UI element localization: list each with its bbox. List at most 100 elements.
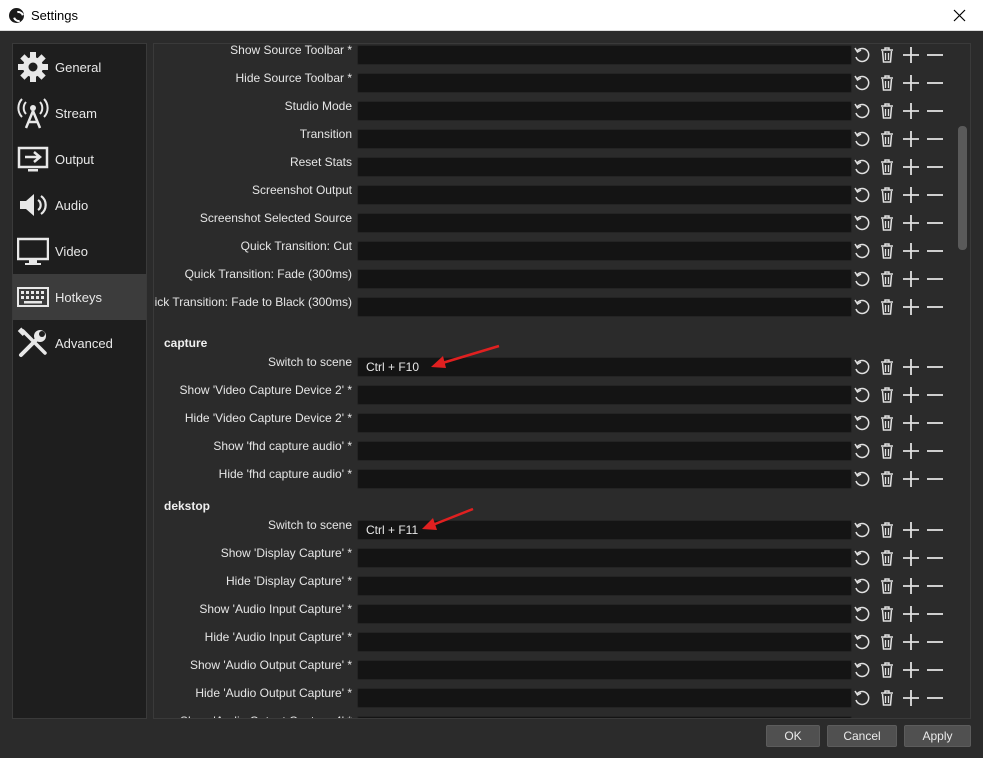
remove-binding-button[interactable]	[925, 45, 945, 65]
ok-button[interactable]: OK	[766, 725, 820, 747]
revert-button[interactable]	[852, 241, 872, 261]
hotkey-input[interactable]	[357, 241, 852, 261]
clear-button[interactable]	[877, 469, 897, 489]
revert-button[interactable]	[852, 632, 872, 652]
revert-button[interactable]	[852, 660, 872, 680]
add-binding-button[interactable]	[901, 269, 921, 289]
revert-button[interactable]	[852, 385, 872, 405]
add-binding-button[interactable]	[901, 716, 921, 718]
revert-button[interactable]	[852, 185, 872, 205]
hotkey-input[interactable]	[357, 632, 852, 652]
clear-button[interactable]	[877, 632, 897, 652]
hotkey-input[interactable]	[357, 269, 852, 289]
scrollbar-thumb[interactable]	[958, 126, 967, 250]
revert-button[interactable]	[852, 413, 872, 433]
clear-button[interactable]	[877, 269, 897, 289]
close-button[interactable]	[937, 0, 983, 31]
add-binding-button[interactable]	[901, 357, 921, 377]
hotkey-input[interactable]	[357, 413, 852, 433]
remove-binding-button[interactable]	[925, 632, 945, 652]
revert-button[interactable]	[852, 469, 872, 489]
remove-binding-button[interactable]	[925, 73, 945, 93]
revert-button[interactable]	[852, 357, 872, 377]
add-binding-button[interactable]	[901, 45, 921, 65]
clear-button[interactable]	[877, 357, 897, 377]
add-binding-button[interactable]	[901, 441, 921, 461]
apply-button[interactable]: Apply	[904, 725, 971, 747]
clear-button[interactable]	[877, 101, 897, 121]
hotkey-input[interactable]	[357, 101, 852, 121]
revert-button[interactable]	[852, 548, 872, 568]
add-binding-button[interactable]	[901, 413, 921, 433]
revert-button[interactable]	[852, 45, 872, 65]
hotkey-input[interactable]	[357, 688, 852, 708]
remove-binding-button[interactable]	[925, 357, 945, 377]
hotkey-input[interactable]	[357, 548, 852, 568]
remove-binding-button[interactable]	[925, 548, 945, 568]
sidebar-item-output[interactable]: Output	[13, 136, 146, 182]
revert-button[interactable]	[852, 269, 872, 289]
clear-button[interactable]	[877, 297, 897, 317]
add-binding-button[interactable]	[901, 469, 921, 489]
revert-button[interactable]	[852, 73, 872, 93]
clear-button[interactable]	[877, 45, 897, 65]
add-binding-button[interactable]	[901, 604, 921, 624]
hotkey-input[interactable]	[357, 73, 852, 93]
clear-button[interactable]	[877, 520, 897, 540]
sidebar-item-stream[interactable]: Stream	[13, 90, 146, 136]
clear-button[interactable]	[877, 548, 897, 568]
clear-button[interactable]	[877, 385, 897, 405]
add-binding-button[interactable]	[901, 688, 921, 708]
sidebar-item-audio[interactable]: Audio	[13, 182, 146, 228]
remove-binding-button[interactable]	[925, 297, 945, 317]
clear-button[interactable]	[877, 241, 897, 261]
hotkey-input[interactable]	[357, 185, 852, 205]
remove-binding-button[interactable]	[925, 185, 945, 205]
hotkey-input[interactable]	[357, 157, 852, 177]
hotkey-input[interactable]	[357, 213, 852, 233]
add-binding-button[interactable]	[901, 73, 921, 93]
sidebar-item-hotkeys[interactable]: Hotkeys	[13, 274, 146, 320]
sidebar-item-advanced[interactable]: Advanced	[13, 320, 146, 366]
sidebar-item-general[interactable]: General	[13, 44, 146, 90]
clear-button[interactable]	[877, 660, 897, 680]
clear-button[interactable]	[877, 688, 897, 708]
cancel-button[interactable]: Cancel	[827, 725, 897, 747]
remove-binding-button[interactable]	[925, 576, 945, 596]
hotkey-input[interactable]	[357, 441, 852, 461]
hotkey-input[interactable]	[357, 716, 852, 718]
add-binding-button[interactable]	[901, 213, 921, 233]
remove-binding-button[interactable]	[925, 716, 945, 718]
remove-binding-button[interactable]	[925, 520, 945, 540]
remove-binding-button[interactable]	[925, 688, 945, 708]
revert-button[interactable]	[852, 441, 872, 461]
remove-binding-button[interactable]	[925, 385, 945, 405]
remove-binding-button[interactable]	[925, 413, 945, 433]
revert-button[interactable]	[852, 576, 872, 596]
clear-button[interactable]	[877, 157, 897, 177]
remove-binding-button[interactable]	[925, 469, 945, 489]
hotkey-input[interactable]	[357, 45, 852, 65]
remove-binding-button[interactable]	[925, 660, 945, 680]
add-binding-button[interactable]	[901, 576, 921, 596]
remove-binding-button[interactable]	[925, 213, 945, 233]
add-binding-button[interactable]	[901, 548, 921, 568]
add-binding-button[interactable]	[901, 157, 921, 177]
add-binding-button[interactable]	[901, 632, 921, 652]
remove-binding-button[interactable]	[925, 441, 945, 461]
add-binding-button[interactable]	[901, 385, 921, 405]
add-binding-button[interactable]	[901, 520, 921, 540]
hotkey-input[interactable]	[357, 660, 852, 680]
remove-binding-button[interactable]	[925, 101, 945, 121]
revert-button[interactable]	[852, 129, 872, 149]
add-binding-button[interactable]	[901, 101, 921, 121]
remove-binding-button[interactable]	[925, 269, 945, 289]
add-binding-button[interactable]	[901, 660, 921, 680]
clear-button[interactable]	[877, 73, 897, 93]
remove-binding-button[interactable]	[925, 604, 945, 624]
revert-button[interactable]	[852, 688, 872, 708]
revert-button[interactable]	[852, 101, 872, 121]
clear-button[interactable]	[877, 604, 897, 624]
hotkey-input[interactable]	[357, 297, 852, 317]
clear-button[interactable]	[877, 185, 897, 205]
